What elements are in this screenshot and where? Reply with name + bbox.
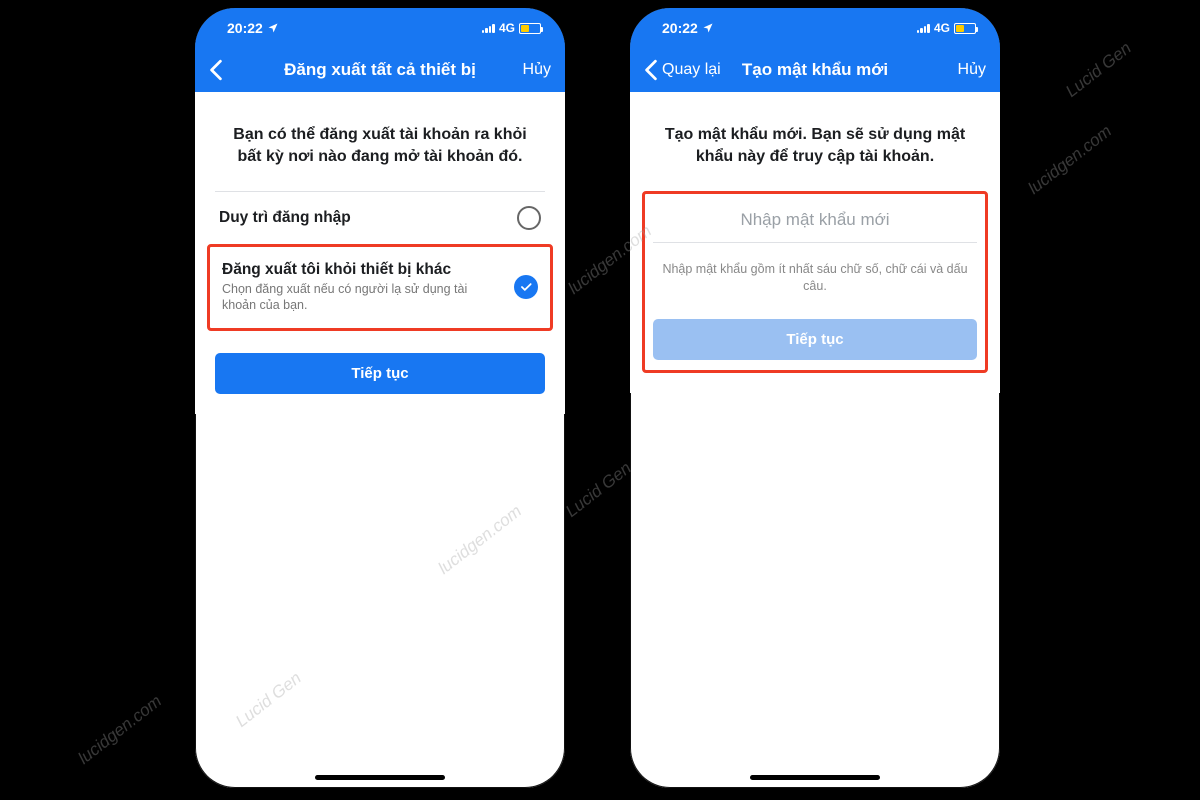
nav-bar: Đăng xuất tất cả thiết bị Hủy — [195, 48, 565, 92]
watermark: Lucid Gen — [1062, 38, 1135, 101]
nav-title: Đăng xuất tất cả thiết bị — [284, 60, 476, 80]
status-time: 20:22 — [662, 20, 698, 36]
home-indicator[interactable] — [315, 775, 445, 780]
page-heading: Tạo mật khẩu mới. Bạn sẽ sử dụng mật khẩ… — [656, 124, 974, 167]
battery-icon — [519, 23, 541, 34]
radio-unchecked-icon — [517, 206, 541, 230]
back-button[interactable] — [209, 59, 279, 81]
highlight-annotation: Nhập mật khẩu gồm ít nhất sáu chữ số, ch… — [642, 191, 988, 373]
content-area: Tạo mật khẩu mới. Bạn sẽ sử dụng mật khẩ… — [630, 92, 1000, 393]
continue-button[interactable]: Tiếp tục — [653, 319, 977, 360]
page-heading: Bạn có thể đăng xuất tài khoản ra khỏi b… — [221, 124, 539, 167]
signal-icon — [482, 23, 495, 33]
signal-icon — [917, 23, 930, 33]
battery-icon — [954, 23, 976, 34]
content-area: Bạn có thể đăng xuất tài khoản ra khỏi b… — [195, 92, 565, 414]
watermark: Lucid Gen — [562, 458, 635, 521]
phone-screenshot-logout-devices: 20:22 4G Đăng xuất tất cả thiết bị Hủy B… — [195, 8, 565, 788]
back-button[interactable]: Quay lại — [644, 59, 721, 81]
option-subtext: Chọn đăng xuất nếu có người lạ sử dụng t… — [222, 281, 504, 314]
highlight-annotation: Đăng xuất tôi khỏi thiết bị khác Chọn đă… — [207, 244, 553, 331]
network-label: 4G — [934, 21, 950, 35]
option-label: Duy trì đăng nhập — [219, 209, 507, 227]
status-time: 20:22 — [227, 20, 263, 36]
phone-screenshot-new-password: 20:22 4G Quay lại Tạo mật khẩu mới Hủy T… — [630, 8, 1000, 788]
cancel-button[interactable]: Hủy — [523, 61, 551, 79]
location-arrow-icon — [267, 22, 279, 34]
chevron-left-icon — [644, 59, 658, 81]
radio-checked-icon — [514, 275, 538, 299]
back-label: Quay lại — [662, 61, 721, 79]
cancel-button[interactable]: Hủy — [958, 61, 986, 79]
location-arrow-icon — [702, 22, 714, 34]
password-help-text: Nhập mật khẩu gồm ít nhất sáu chữ số, ch… — [657, 261, 973, 295]
continue-button[interactable]: Tiếp tục — [215, 353, 545, 394]
option-label: Đăng xuất tôi khỏi thiết bị khác — [222, 261, 504, 279]
status-bar: 20:22 4G — [630, 8, 1000, 48]
status-bar: 20:22 4G — [195, 8, 565, 48]
new-password-input[interactable] — [653, 200, 977, 243]
nav-bar: Quay lại Tạo mật khẩu mới Hủy — [630, 48, 1000, 92]
watermark: lucidgen.com — [1024, 121, 1115, 198]
option-logout-other-devices[interactable]: Đăng xuất tôi khỏi thiết bị khác Chọn đă… — [218, 247, 542, 328]
nav-title: Tạo mật khẩu mới — [742, 60, 888, 80]
watermark: lucidgen.com — [74, 691, 165, 768]
network-label: 4G — [499, 21, 515, 35]
option-stay-logged-in[interactable]: Duy trì đăng nhập — [215, 191, 545, 244]
home-indicator[interactable] — [750, 775, 880, 780]
chevron-left-icon — [209, 59, 223, 81]
